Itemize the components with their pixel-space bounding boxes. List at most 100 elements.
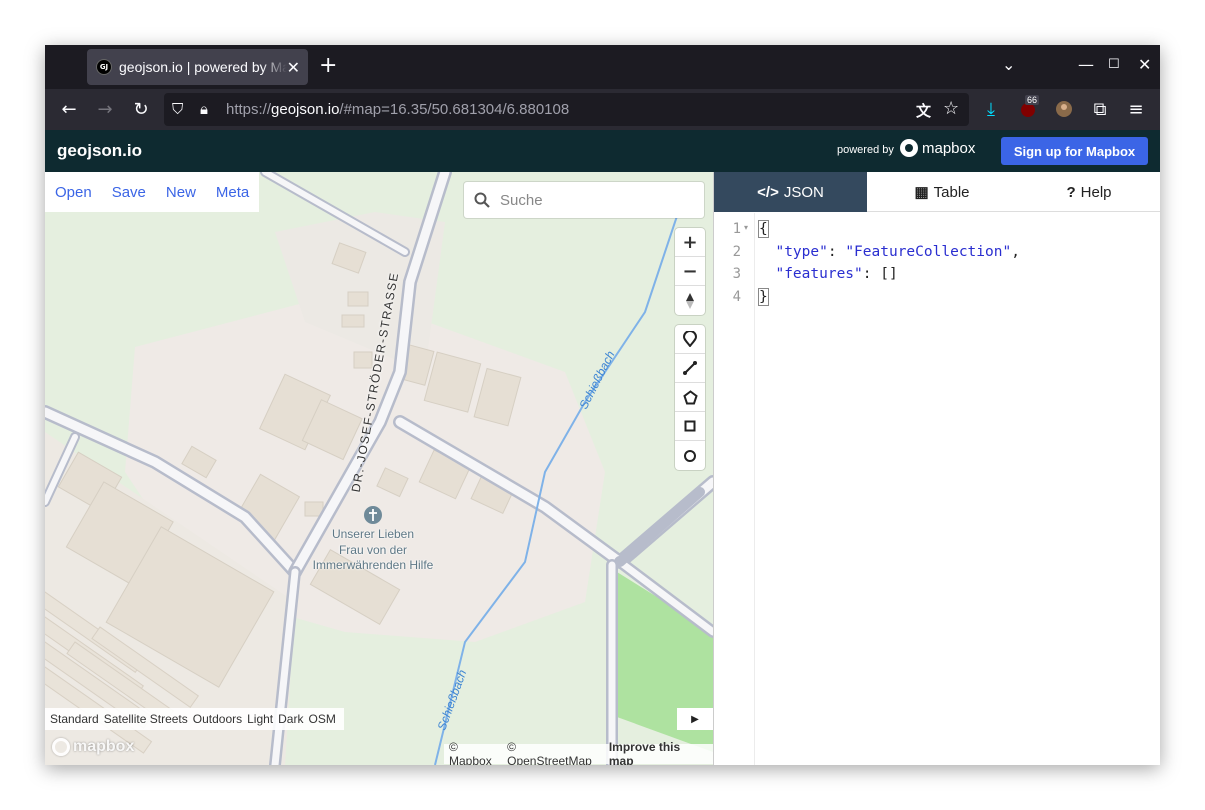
profile-avatar-icon[interactable] [1053, 98, 1075, 120]
rectangle-icon [684, 420, 696, 432]
compass-icon [686, 292, 694, 309]
draw-circle-button[interactable] [675, 441, 705, 470]
address-bar[interactable]: ⛉ 🔒︎ https://geojson.io/#map=16.35/50.68… [164, 93, 969, 126]
style-satellite-streets[interactable]: Satellite Streets [104, 712, 188, 726]
save-menu-item[interactable]: Save [112, 184, 146, 201]
poi-label-line: Unserer Lieben [331, 527, 415, 541]
expand-panel-button[interactable]: ▶ [677, 708, 713, 730]
improve-map-link[interactable]: Improve this map [609, 740, 708, 765]
code-line[interactable]: { [758, 220, 769, 238]
attribution-mapbox-link[interactable]: © Mapbox [449, 740, 504, 765]
map-base-layer [45, 172, 713, 765]
app-header: geojson.io powered by mapbox Sign up for… [45, 130, 1160, 172]
shield-icon[interactable]: ⛉ [172, 100, 183, 118]
tab-json[interactable]: </> JSON [714, 172, 867, 212]
search-input[interactable] [500, 191, 690, 209]
map-attribution: © Mapbox © OpenStreetMap Improve this ma… [444, 740, 713, 765]
new-tab-icon[interactable]: + [319, 55, 337, 77]
map-canvas[interactable]: DR.-JOSEF-STRÖDER-STRASSE Schießbach Sch… [45, 172, 713, 765]
translate-icon[interactable]: 文 [916, 100, 931, 121]
poi-label-line: Immerwährenden Hilfe [312, 558, 434, 572]
mapbox-logo-icon [52, 738, 70, 756]
tab-title: geojson.io | powered by Mapbox [119, 59, 287, 75]
list-tabs-chevron-icon[interactable]: ⌄ [1002, 55, 1015, 74]
code-line[interactable]: "type": "FeatureCollection", [758, 244, 1019, 260]
line-number: 1 [732, 221, 741, 237]
style-standard[interactable]: Standard [50, 712, 99, 726]
close-tab-icon[interactable]: ✕ [287, 58, 300, 77]
type-value: "FeatureCollection" [845, 244, 1012, 260]
style-outdoors[interactable]: Outdoors [193, 712, 242, 726]
bookmark-star-icon[interactable]: ☆ [943, 98, 959, 119]
help-icon: ? [1066, 183, 1076, 201]
plus-icon: + [682, 231, 698, 253]
browser-tab[interactable]: GJ geojson.io | powered by Mapbox ✕ [87, 49, 308, 85]
line-number: 3 [732, 266, 741, 282]
tab-table-label: Table [933, 183, 970, 201]
compass-button[interactable] [675, 286, 705, 315]
tab-json-label: JSON [783, 183, 824, 201]
url-text[interactable]: https://geojson.io/#map=16.35/50.681304/… [226, 101, 569, 118]
code-icon: </> [757, 183, 779, 201]
zoom-in-button[interactable]: + [675, 228, 705, 257]
line-icon [683, 361, 697, 375]
style-dark[interactable]: Dark [278, 712, 303, 726]
tab-table[interactable]: ▦ Table [867, 172, 1017, 212]
navigation-toolbar: ← → ↻ ⛉ 🔒︎ https://geojson.io/#map=16.35… [45, 89, 1160, 130]
fold-arrow-icon[interactable]: ▾ [744, 223, 748, 232]
mapbox-logo-text: mapbox [73, 738, 135, 755]
table-icon: ▦ [914, 184, 929, 201]
marker-icon [683, 331, 697, 347]
line-number-gutter: 1 ▾ 2 3 4 [714, 213, 755, 765]
downloads-icon[interactable]: ⤓ [980, 98, 1002, 120]
meta-menu-item[interactable]: Meta [216, 184, 249, 201]
brand-title[interactable]: geojson.io [57, 141, 142, 161]
polygon-icon [682, 389, 698, 404]
mapbox-wordmark-text: mapbox [922, 139, 976, 157]
circle-icon [684, 449, 696, 462]
back-arrow-icon[interactable]: ← [58, 98, 80, 120]
open-menu-item[interactable]: Open [55, 184, 92, 201]
maximize-icon[interactable]: ☐ [1108, 57, 1120, 72]
draw-polygon-button[interactable] [675, 383, 705, 412]
hamburger-menu-icon[interactable]: ≡ [1125, 98, 1147, 120]
forward-arrow-icon[interactable]: → [94, 98, 116, 120]
features-key: "features" [775, 266, 863, 282]
signup-mapbox-button[interactable]: Sign up for Mapbox [1001, 137, 1148, 165]
open-brace: { [758, 220, 769, 238]
draw-rectangle-button[interactable] [675, 412, 705, 441]
extensions-puzzle-icon[interactable]: ⧉ [1089, 98, 1111, 120]
panel-tabs: </> JSON ▦ Table ? Help [714, 172, 1160, 212]
zoom-out-button[interactable]: − [675, 257, 705, 286]
tab-help-label: Help [1080, 183, 1112, 201]
style-osm[interactable]: OSM [308, 712, 335, 726]
minimize-icon[interactable]: — [1078, 55, 1094, 74]
reload-icon[interactable]: ↻ [130, 98, 152, 120]
close-brace: } [758, 288, 769, 306]
style-light[interactable]: Light [247, 712, 273, 726]
new-menu-item[interactable]: New [166, 184, 196, 201]
poi-label-line: Frau von der [338, 542, 408, 557]
draw-point-button[interactable] [675, 325, 705, 354]
zoom-controls: + − [675, 228, 705, 315]
line-number: 4 [732, 289, 741, 305]
mapbox-logo-icon [900, 139, 918, 157]
lock-icon[interactable]: 🔒︎ [200, 100, 208, 118]
line-number: 2 [732, 244, 741, 260]
json-editor[interactable]: 1 ▾ 2 3 4 { "type": "FeatureCollection",… [714, 213, 1160, 765]
close-window-icon[interactable]: ✕ [1138, 55, 1151, 74]
code-line[interactable]: } [758, 288, 769, 306]
features-value: [] [880, 266, 898, 282]
mapbox-map-logo[interactable]: mapbox [52, 738, 134, 756]
geojson-favicon-icon: GJ [96, 59, 112, 75]
draw-line-button[interactable] [675, 354, 705, 383]
church-poi-label[interactable]: Unserer Lieben Frau von der Immerwährend… [301, 527, 445, 574]
mapbox-wordmark[interactable]: mapbox [900, 139, 975, 157]
code-line[interactable]: "features": [] [758, 266, 898, 282]
minus-icon: − [682, 260, 698, 282]
tab-help[interactable]: ? Help [1017, 172, 1160, 212]
tab-strip: GJ geojson.io | powered by Mapbox ✕ + ⌄ … [45, 45, 1160, 89]
search-icon [474, 192, 490, 208]
caret-right-icon: ▶ [691, 713, 699, 725]
attribution-osm-link[interactable]: © OpenStreetMap [507, 740, 604, 765]
